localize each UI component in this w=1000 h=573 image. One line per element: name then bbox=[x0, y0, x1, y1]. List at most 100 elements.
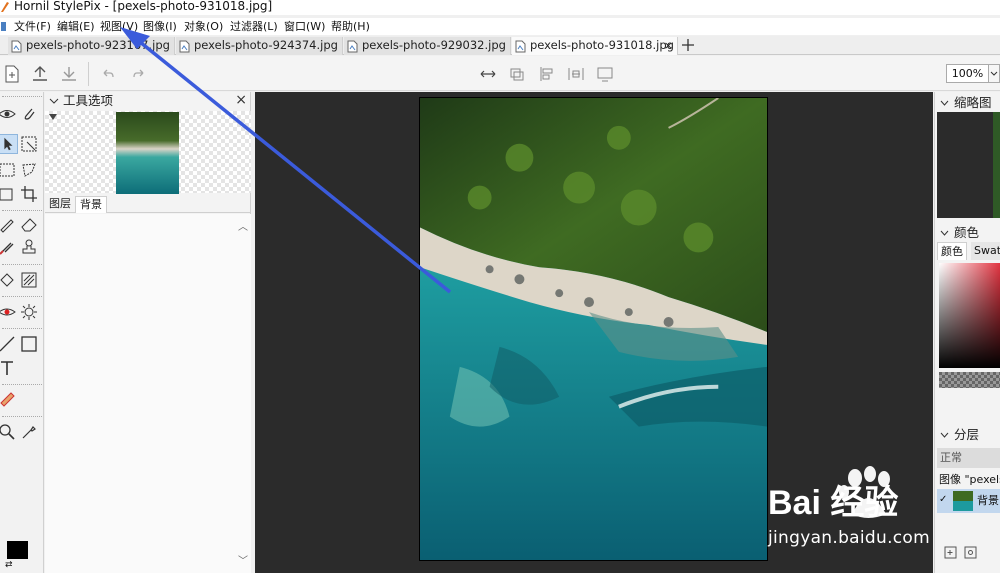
fill-bucket-icon[interactable] bbox=[0, 270, 17, 290]
eye-view-tool-icon[interactable] bbox=[0, 104, 17, 124]
aerial-beach-photo[interactable] bbox=[419, 97, 768, 561]
brush-tool-icon[interactable] bbox=[0, 237, 17, 257]
tools-panel: ⇄ bbox=[0, 92, 44, 573]
panel-grip[interactable] bbox=[2, 296, 42, 298]
panel-grip[interactable] bbox=[2, 210, 42, 212]
move-pointer-tool-icon[interactable] bbox=[0, 134, 18, 154]
layers-header: 分层 bbox=[935, 426, 1000, 444]
options-content bbox=[45, 214, 251, 573]
tab-label: pexels-photo-931018.jpg bbox=[530, 38, 674, 52]
menu-window[interactable]: 窗口(W) bbox=[284, 19, 325, 34]
tab-background[interactable]: 背景 bbox=[75, 196, 107, 213]
tab-pexels-photo-924374[interactable]: pexels-photo-924374.jpg bbox=[176, 37, 343, 55]
transform-select-icon[interactable] bbox=[19, 134, 39, 154]
crop-frame-icon[interactable] bbox=[0, 184, 17, 204]
document-icon bbox=[347, 40, 358, 53]
layer-preview-thumbnail bbox=[116, 112, 179, 194]
color-panel-title: 颜色 bbox=[954, 225, 980, 240]
panel-grip[interactable] bbox=[2, 264, 42, 266]
line-icon[interactable] bbox=[0, 334, 17, 354]
options-subtabs: 图层 背景 bbox=[45, 195, 251, 213]
menu-view[interactable]: 视图(V) bbox=[100, 19, 138, 34]
stylepix-window: Hornil StylePix - [pexels-photo-931018.j… bbox=[0, 0, 1000, 573]
red-eye-icon[interactable] bbox=[0, 302, 17, 322]
layer-preview-area bbox=[45, 111, 251, 194]
pen-icon[interactable] bbox=[0, 214, 17, 234]
close-panel-icon[interactable]: × bbox=[235, 92, 247, 108]
tab-label: pexels-photo-929032.jpg bbox=[362, 38, 506, 52]
stamp-icon[interactable] bbox=[19, 237, 39, 257]
menu-filter[interactable]: 过滤器(L) bbox=[230, 19, 278, 34]
foreground-color-swatch[interactable] bbox=[7, 541, 28, 559]
menu-image[interactable]: 图像(I) bbox=[143, 19, 177, 34]
document-tab-bar: pexels-photo-923167.jpg pexels-photo-924… bbox=[0, 36, 1000, 55]
navigator-header: 缩略图 bbox=[935, 94, 1000, 112]
tab-pexels-photo-923167[interactable]: pexels-photo-923167.jpg bbox=[8, 37, 175, 55]
panel-grip[interactable] bbox=[2, 416, 42, 418]
fit-width-icon[interactable] bbox=[478, 64, 498, 84]
rect-marquee-icon[interactable] bbox=[0, 160, 17, 180]
undo-icon[interactable] bbox=[98, 64, 118, 84]
document-icon bbox=[179, 40, 190, 53]
gradient-icon[interactable] bbox=[19, 270, 39, 290]
document-icon bbox=[515, 40, 526, 53]
distribute-icon[interactable] bbox=[566, 64, 586, 84]
align-left-icon[interactable] bbox=[537, 64, 557, 84]
dropdown-triangle-icon[interactable] bbox=[49, 114, 57, 120]
collapse-chevron-icon[interactable] bbox=[939, 430, 950, 440]
brightness-sun-icon[interactable] bbox=[19, 302, 39, 322]
navigator-thumbnail[interactable] bbox=[937, 112, 1000, 218]
panel-grip[interactable] bbox=[2, 96, 42, 98]
panel-grip[interactable] bbox=[2, 384, 42, 386]
menu-bar: 文件(F) 编辑(E) 视图(V) 图像(I) 对象(O) 过滤器(L) 窗口(… bbox=[0, 18, 1000, 35]
tab-label: pexels-photo-924374.jpg bbox=[194, 38, 338, 52]
color-header: 颜色 bbox=[935, 224, 1000, 242]
tool-options-header: 工具选项 × bbox=[45, 92, 251, 110]
arrange-icon[interactable] bbox=[507, 64, 527, 84]
tab-layers[interactable]: 图层 bbox=[45, 196, 75, 213]
main-toolbar bbox=[0, 56, 1000, 91]
collapse-chevron-icon[interactable] bbox=[48, 95, 60, 107]
scroll-down-chevron-icon[interactable]: ﹀ bbox=[238, 552, 248, 567]
new-tab-plus-icon[interactable] bbox=[680, 37, 696, 53]
bandage-icon[interactable] bbox=[0, 389, 17, 409]
window-title: Hornil StylePix - [pexels-photo-931018.j… bbox=[14, 0, 273, 13]
zoom-magnifier-icon[interactable] bbox=[0, 422, 17, 442]
color-picker-field[interactable] bbox=[939, 263, 1000, 368]
paperclip-icon[interactable] bbox=[19, 104, 39, 124]
alpha-slider[interactable] bbox=[939, 372, 1000, 388]
menu-edit[interactable]: 编辑(E) bbox=[57, 19, 95, 34]
new-document-icon[interactable] bbox=[2, 64, 22, 84]
layers-title: 分层 bbox=[954, 427, 980, 442]
zoom-dropdown-chevron-icon[interactable] bbox=[989, 64, 1000, 83]
download-icon[interactable] bbox=[59, 64, 79, 84]
title-bar: Hornil StylePix - [pexels-photo-931018.j… bbox=[0, 0, 1000, 15]
text-tool-icon[interactable] bbox=[0, 358, 17, 378]
tab-close-icon[interactable]: × bbox=[664, 37, 673, 54]
eraser-icon[interactable] bbox=[19, 214, 39, 234]
eyedropper-icon[interactable] bbox=[19, 422, 39, 442]
zoom-level-field[interactable]: 100% bbox=[946, 64, 989, 83]
rectangle-shape-icon[interactable] bbox=[19, 334, 39, 354]
lasso-icon[interactable] bbox=[19, 160, 39, 180]
swap-colors-icon[interactable]: ⇄ bbox=[5, 559, 21, 571]
tab-swatches[interactable]: Swatches bbox=[971, 242, 1000, 260]
brush-icon bbox=[1, 22, 6, 31]
tab-color[interactable]: 颜色 bbox=[937, 242, 967, 260]
tool-options-title: 工具选项 bbox=[63, 93, 114, 108]
crop-icon[interactable] bbox=[19, 184, 39, 204]
redo-icon[interactable] bbox=[129, 64, 149, 84]
scroll-up-chevron-icon[interactable]: ︿ bbox=[238, 218, 248, 233]
collapse-chevron-icon[interactable] bbox=[939, 228, 950, 238]
watermark-brand: Bai 经验 bbox=[768, 483, 898, 522]
screen-icon[interactable] bbox=[595, 64, 615, 84]
upload-icon[interactable] bbox=[30, 64, 50, 84]
tab-pexels-photo-931018[interactable]: pexels-photo-931018.jpg × bbox=[512, 37, 678, 55]
color-tabs: 颜色 Swatches bbox=[937, 242, 1000, 260]
menu-file[interactable]: 文件(F) bbox=[14, 19, 51, 34]
menu-object[interactable]: 对象(O) bbox=[184, 19, 223, 34]
collapse-chevron-icon[interactable] bbox=[939, 98, 950, 108]
panel-grip[interactable] bbox=[2, 328, 42, 330]
tab-pexels-photo-929032[interactable]: pexels-photo-929032.jpg bbox=[344, 37, 511, 55]
menu-help[interactable]: 帮助(H) bbox=[331, 19, 370, 34]
